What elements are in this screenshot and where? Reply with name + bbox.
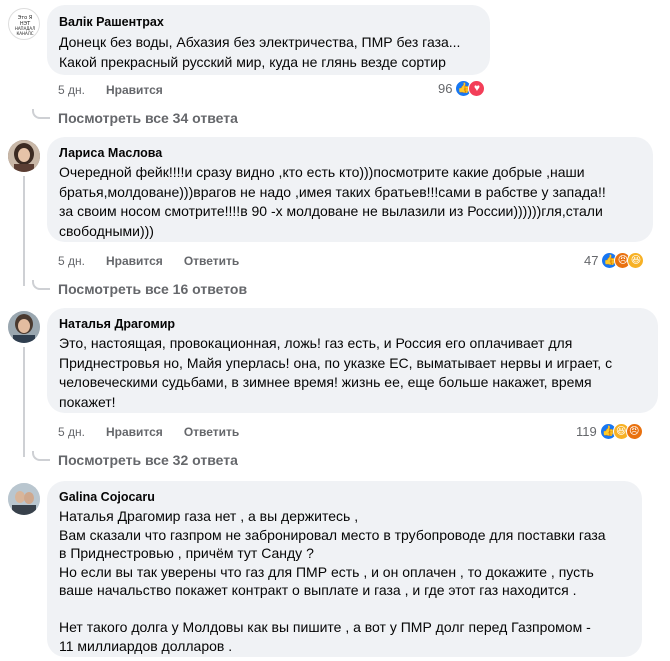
like-button[interactable]: Нравится — [106, 254, 163, 268]
avatar[interactable] — [8, 140, 40, 172]
reactions-summary[interactable]: 47 👍 😠 😆 — [584, 252, 645, 269]
angry-icon: 😠 — [625, 423, 643, 440]
reply-connector — [32, 109, 50, 119]
reply-button[interactable]: Ответить — [184, 254, 239, 268]
like-button[interactable]: Нравится — [106, 83, 163, 97]
comment-bubble: Наталья Драгомир Это, настоящая, провока… — [47, 308, 658, 413]
avatar-text-icon: Это Я НЭТ НАПАДАЛ КАНАЛС — [15, 15, 35, 36]
comment-bubble: Galina Cojocaru Наталья Драгомир газа не… — [47, 481, 642, 657]
comment-author[interactable]: Galina Cojocaru — [59, 489, 630, 505]
comment-bubble: Валік Рашентрах Донецк без воды, Абхазия… — [47, 5, 490, 75]
comment-text: Очередной фейк!!!!и сразу видно ,кто ест… — [59, 164, 606, 239]
reactions-count: 119 — [576, 424, 597, 439]
comment-bubble: Лариса Маслова Очередной фейк!!!!и сразу… — [47, 137, 653, 242]
comment-author[interactable]: Валік Рашентрах — [59, 14, 478, 30]
comment-time[interactable]: 5 дн. — [58, 254, 85, 268]
reply-connector — [32, 451, 50, 461]
reply-connector — [32, 280, 50, 290]
comment-actions: 5 дн. Нравится Ответить — [58, 425, 239, 439]
love-icon: ♥ — [468, 80, 486, 97]
like-button[interactable]: Нравится — [106, 425, 163, 439]
thread-line — [23, 347, 25, 457]
avatar-photo-icon — [8, 483, 40, 515]
avatar[interactable] — [8, 483, 40, 515]
comment-text: Наталья Драгомир газа нет , а вы держите… — [59, 508, 606, 654]
avatar-photo-icon — [8, 140, 40, 172]
comment-author[interactable]: Лариса Маслова — [59, 145, 641, 161]
comment-text: Донецк без воды, Абхазия без электричест… — [59, 34, 461, 70]
view-replies-button[interactable]: Посмотреть все 32 ответа — [32, 451, 238, 468]
reactions-summary[interactable]: 119 👍 😆 😠 — [576, 423, 643, 440]
comment-time[interactable]: 5 дн. — [58, 83, 85, 97]
comment-actions: 5 дн. Нравится — [58, 83, 163, 97]
comment-author[interactable]: Наталья Драгомир — [59, 316, 646, 332]
view-replies-button[interactable]: Посмотреть все 16 ответов — [32, 280, 248, 297]
view-replies-label: Посмотреть все 32 ответа — [58, 452, 238, 468]
avatar[interactable]: Это Я НЭТ НАПАДАЛ КАНАЛС — [8, 8, 40, 40]
thread-line — [23, 176, 25, 286]
comment-time[interactable]: 5 дн. — [58, 425, 85, 439]
reactions-summary[interactable]: 96 👍 ♥ — [438, 80, 486, 97]
haha-icon: 😆 — [627, 252, 645, 269]
comment-text: Это, настоящая, провокационная, ложь! га… — [59, 335, 613, 410]
comment-actions: 5 дн. Нравится Ответить — [58, 254, 239, 268]
view-replies-label: Посмотреть все 34 ответа — [58, 110, 238, 126]
reactions-count: 47 — [584, 253, 599, 268]
view-replies-label: Посмотреть все 16 ответов — [58, 281, 248, 297]
reactions-count: 96 — [438, 81, 453, 96]
view-replies-button[interactable]: Посмотреть все 34 ответа — [32, 109, 238, 126]
avatar[interactable] — [8, 311, 40, 343]
svg-text:КАНАЛС: КАНАЛС — [16, 31, 33, 36]
avatar-photo-icon — [8, 311, 40, 343]
reply-button[interactable]: Ответить — [184, 425, 239, 439]
